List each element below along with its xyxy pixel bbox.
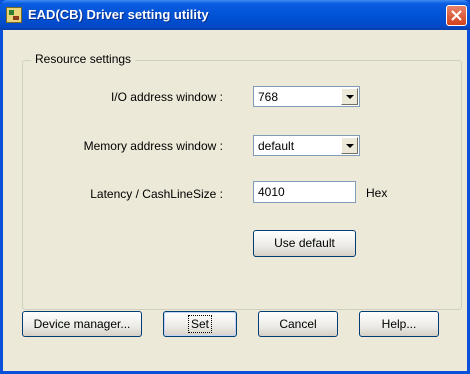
io-address-select[interactable]: 768: [253, 86, 360, 107]
memory-address-select[interactable]: default: [253, 135, 360, 156]
use-default-button[interactable]: Use default: [253, 230, 356, 257]
dialog-body: Resource settings I/O address window : 7…: [3, 30, 467, 371]
latency-unit: Hex: [366, 186, 388, 200]
dialog-window: EAD(CB) Driver setting utility Resource …: [0, 0, 470, 374]
app-icon: [6, 7, 22, 23]
memory-address-label: Memory address window :: [83, 139, 223, 153]
close-icon: [451, 10, 462, 21]
cancel-button[interactable]: Cancel: [258, 311, 338, 337]
resource-settings-legend: Resource settings: [31, 52, 136, 66]
chevron-down-icon[interactable]: [341, 88, 358, 105]
device-manager-button[interactable]: Device manager...: [22, 311, 142, 337]
window-title: EAD(CB) Driver setting utility: [28, 7, 209, 22]
set-button[interactable]: Set: [163, 311, 237, 337]
latency-label: Latency / CashLineSize :: [90, 187, 223, 201]
set-button-label: Set: [187, 315, 213, 333]
io-address-label: I/O address window :: [110, 90, 223, 104]
help-button[interactable]: Help...: [359, 311, 439, 337]
latency-value: 4010: [258, 185, 285, 199]
io-address-value: 768: [258, 90, 279, 104]
close-button[interactable]: [446, 5, 467, 26]
latency-input[interactable]: 4010: [253, 181, 356, 203]
title-bar[interactable]: EAD(CB) Driver setting utility: [0, 0, 470, 30]
chevron-down-icon[interactable]: [341, 137, 358, 154]
memory-address-value: default: [258, 139, 295, 153]
